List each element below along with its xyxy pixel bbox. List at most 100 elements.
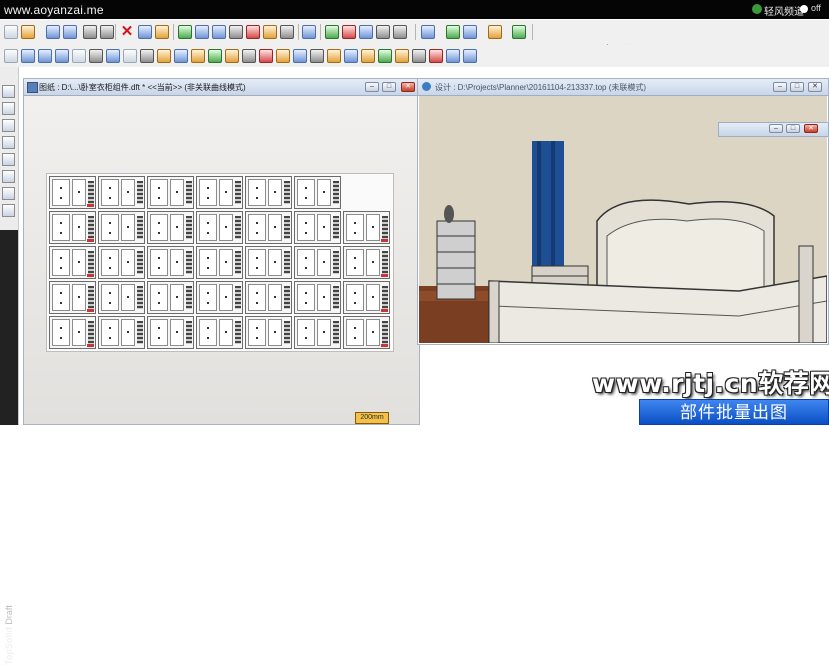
- cabinet-view[interactable]: [245, 176, 292, 209]
- cabinet-view[interactable]: [294, 316, 341, 349]
- cabinet-view[interactable]: [49, 211, 96, 244]
- hook-icon[interactable]: [376, 25, 390, 39]
- tool-icon[interactable]: [429, 49, 443, 63]
- tool-icon[interactable]: [38, 49, 52, 63]
- design-window-titlebar[interactable]: 设计 : D:\Projects\Planner\20161104-213337…: [418, 79, 828, 96]
- side-tool-icon[interactable]: [2, 102, 15, 115]
- cabinet-view[interactable]: [147, 246, 194, 279]
- drawing-window-titlebar[interactable]: 图纸 : D:\...\卧室衣柜组件.dft * <<当前>> (非关联曲线模式…: [24, 79, 419, 96]
- cabinet-view[interactable]: [147, 281, 194, 314]
- tool-icon[interactable]: [344, 49, 358, 63]
- tools-icon[interactable]: [302, 25, 316, 39]
- cabinet-view[interactable]: [196, 316, 243, 349]
- tool-icon[interactable]: [174, 49, 188, 63]
- cabinet-view[interactable]: [98, 281, 145, 314]
- layer-icon[interactable]: [512, 25, 526, 39]
- tool-icon[interactable]: [361, 49, 375, 63]
- tool-icon[interactable]: [378, 49, 392, 63]
- cabinet-view[interactable]: [294, 246, 341, 279]
- light-icon[interactable]: [280, 25, 294, 39]
- close-button[interactable]: ✕: [808, 82, 822, 92]
- cabinet-view[interactable]: [147, 316, 194, 349]
- cabinet-view[interactable]: [147, 176, 194, 209]
- properties-icon[interactable]: [83, 25, 97, 39]
- delete-icon[interactable]: ✕: [120, 24, 134, 39]
- tool-icon[interactable]: [259, 49, 273, 63]
- tool-icon[interactable]: [72, 49, 86, 63]
- tool-icon[interactable]: [446, 49, 460, 63]
- maximize-button[interactable]: □: [790, 82, 804, 92]
- cabinet-view[interactable]: [147, 211, 194, 244]
- cabinet-view[interactable]: [98, 246, 145, 279]
- tool-icon[interactable]: [21, 49, 35, 63]
- tool-icon[interactable]: [293, 49, 307, 63]
- tool-icon[interactable]: [412, 49, 426, 63]
- tool-icon[interactable]: [208, 49, 222, 63]
- minimize-button[interactable]: –: [769, 124, 783, 133]
- minimize-button[interactable]: –: [773, 82, 787, 92]
- close-button[interactable]: ✕: [804, 124, 818, 133]
- zoom-fit-icon[interactable]: [446, 25, 460, 39]
- save-as-icon[interactable]: [63, 25, 77, 39]
- cabinet-view[interactable]: [245, 211, 292, 244]
- side-tool-icon[interactable]: [2, 153, 15, 166]
- cabinet-view[interactable]: [49, 281, 96, 314]
- side-tool-icon[interactable]: [2, 85, 15, 98]
- style-dropdown-icon[interactable]: [393, 25, 407, 39]
- cabinet-view[interactable]: [343, 281, 390, 314]
- hammer-icon[interactable]: [229, 25, 243, 39]
- drawing-sheet-grid[interactable]: [46, 173, 394, 352]
- undo-icon[interactable]: [138, 25, 152, 39]
- view-icon[interactable]: [359, 25, 373, 39]
- cabinet-view[interactable]: [98, 316, 145, 349]
- cabinet-view[interactable]: [196, 176, 243, 209]
- minimize-button[interactable]: –: [365, 82, 379, 92]
- cabinet-view[interactable]: [245, 281, 292, 314]
- cut-icon[interactable]: [342, 25, 356, 39]
- eraser-icon[interactable]: [155, 25, 169, 39]
- inner-window-titlebar[interactable]: – □ ✕: [718, 122, 829, 137]
- cabinet-view[interactable]: [343, 211, 390, 244]
- cabinet-view[interactable]: [294, 211, 341, 244]
- render-icon[interactable]: [488, 25, 502, 39]
- magnet-icon[interactable]: [246, 25, 260, 39]
- check-icon[interactable]: [325, 25, 339, 39]
- cabinet-view[interactable]: [294, 176, 341, 209]
- tool-icon[interactable]: [55, 49, 69, 63]
- tool-icon[interactable]: [140, 49, 154, 63]
- tool-icon[interactable]: [123, 49, 137, 63]
- cabinet-view[interactable]: [196, 211, 243, 244]
- tool-icon[interactable]: [242, 49, 256, 63]
- tool-icon[interactable]: [310, 49, 324, 63]
- tool-icon[interactable]: [191, 49, 205, 63]
- new-file-icon[interactable]: [4, 25, 18, 39]
- side-tool-icon[interactable]: [2, 187, 15, 200]
- maximize-button[interactable]: □: [786, 124, 800, 133]
- tool-icon[interactable]: [225, 49, 239, 63]
- tool-icon[interactable]: [106, 49, 120, 63]
- print-icon[interactable]: [100, 25, 114, 39]
- tool-icon[interactable]: [157, 49, 171, 63]
- zoom-icon[interactable]: [421, 25, 435, 39]
- cabinet-view[interactable]: [245, 246, 292, 279]
- toggle-switch[interactable]: [800, 5, 808, 13]
- cabinet-view[interactable]: [343, 316, 390, 349]
- cabinet-view[interactable]: [196, 246, 243, 279]
- cabinet-view[interactable]: [49, 246, 96, 279]
- close-button[interactable]: ✕: [401, 82, 415, 92]
- cabinet-view[interactable]: [49, 176, 96, 209]
- side-tool-icon[interactable]: [2, 136, 15, 149]
- side-tool-icon[interactable]: [2, 204, 15, 217]
- side-tool-icon[interactable]: [2, 170, 15, 183]
- cabinet-view[interactable]: [343, 246, 390, 279]
- open-folder-icon[interactable]: [21, 25, 35, 39]
- fill-icon[interactable]: [263, 25, 277, 39]
- cabinet-view[interactable]: [98, 211, 145, 244]
- tool-icon[interactable]: [89, 49, 103, 63]
- image-icon[interactable]: [463, 25, 477, 39]
- sketch-icon[interactable]: [195, 25, 209, 39]
- cabinet-view[interactable]: [245, 316, 292, 349]
- side-tool-icon[interactable]: [2, 119, 15, 132]
- tool-icon[interactable]: [4, 49, 18, 63]
- save-icon[interactable]: [46, 25, 60, 39]
